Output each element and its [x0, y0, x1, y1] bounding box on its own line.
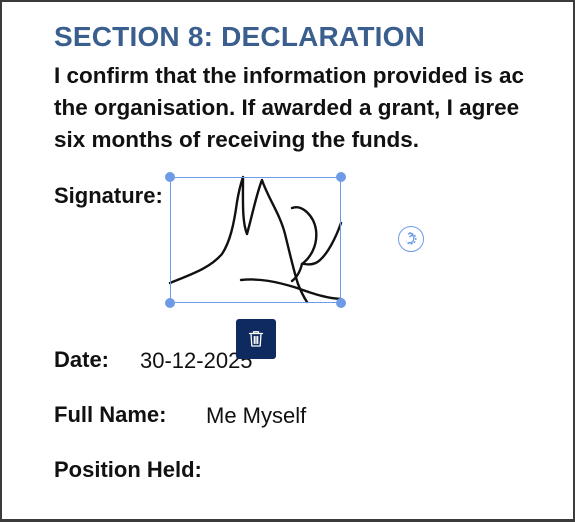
- trash-icon: [248, 331, 264, 347]
- resize-handle-bottom-left[interactable]: [165, 298, 175, 308]
- date-label: Date:: [54, 347, 110, 372]
- resize-handle-top-right[interactable]: [336, 172, 346, 182]
- position-held-label: Position Held:: [54, 457, 202, 482]
- rotate-button[interactable]: [398, 226, 424, 252]
- delete-signature-button[interactable]: [236, 319, 276, 359]
- resize-handle-bottom-right[interactable]: [336, 298, 346, 308]
- full-name-value[interactable]: Me Myself: [206, 403, 306, 429]
- resize-handle-top-left[interactable]: [165, 172, 175, 182]
- signature-selection-box[interactable]: [170, 177, 341, 303]
- full-name-label: Full Name:: [54, 402, 167, 427]
- document-page: SECTION 8: DECLARATION I confirm that th…: [0, 0, 575, 522]
- rotate-icon: [405, 231, 417, 245]
